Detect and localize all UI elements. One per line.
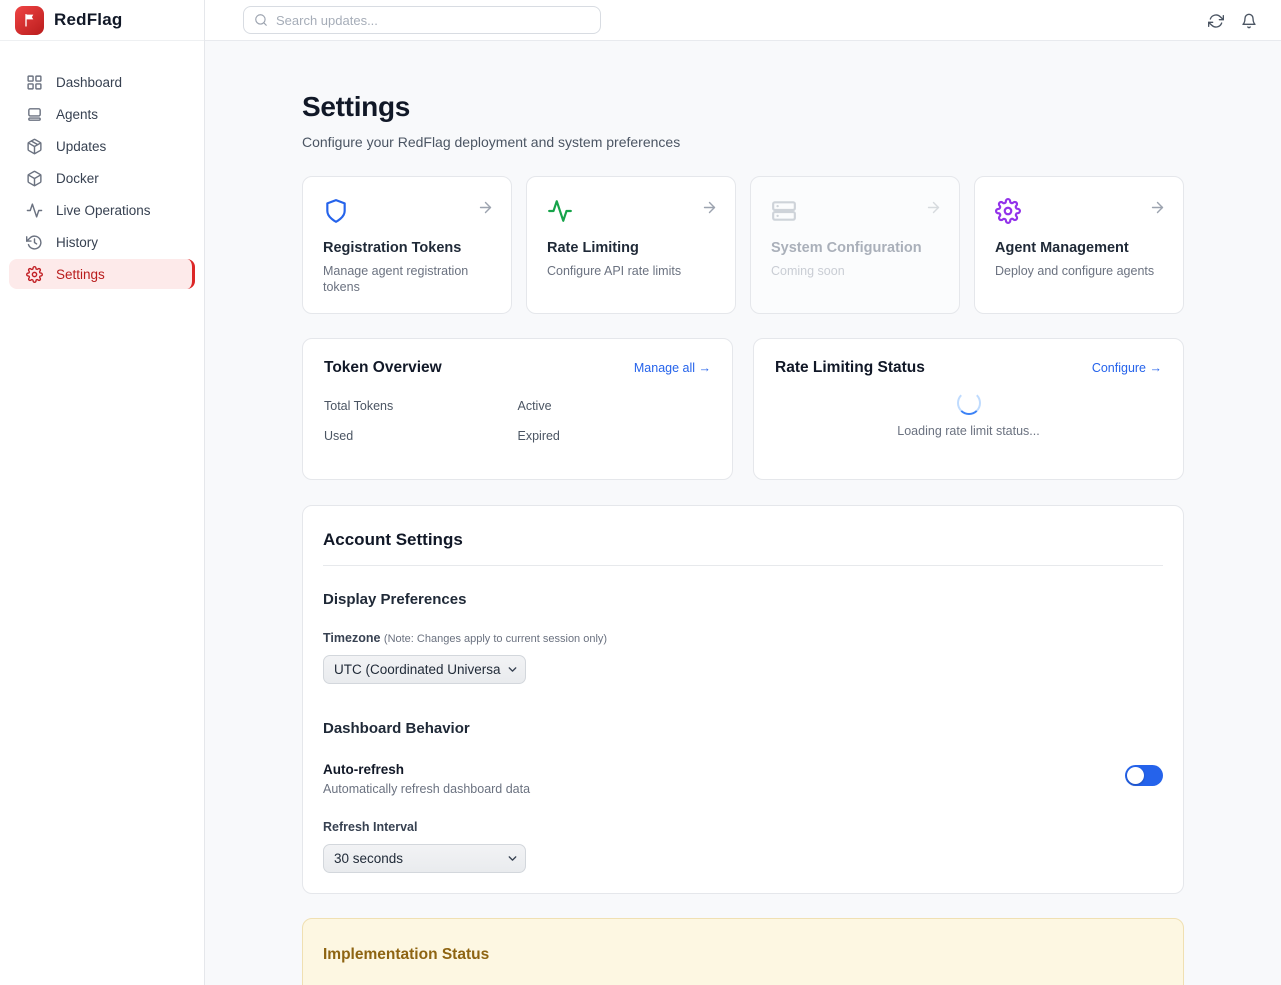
card-system-configuration: System Configuration Coming soon <box>750 176 960 314</box>
spinner-icon <box>957 391 981 415</box>
card-rate-limiting[interactable]: Rate Limiting Configure API rate limits <box>526 176 736 314</box>
shield-icon <box>323 198 349 224</box>
stat-active: Active <box>518 399 712 413</box>
redflag-logo <box>15 6 44 35</box>
sidebar-item-label: Live Operations <box>56 203 151 218</box>
refresh-interval-label: Refresh Interval <box>323 820 1163 834</box>
search-box[interactable] <box>243 6 601 34</box>
rate-limiting-status-title: Rate Limiting Status <box>775 359 925 377</box>
card-registration-tokens[interactable]: Registration Tokens Manage agent registr… <box>302 176 512 314</box>
sidebar-item-label: Agents <box>56 107 98 122</box>
dashboard-behavior-section: Dashboard Behavior Auto-refresh Automati… <box>323 720 1163 873</box>
manage-all-link[interactable]: Manage all → <box>634 361 711 375</box>
sidebar-item-label: Dashboard <box>56 75 122 90</box>
card-desc: Configure API rate limits <box>547 263 715 279</box>
auto-refresh-toggle[interactable] <box>1125 765 1163 786</box>
server-icon <box>771 198 797 224</box>
arrow-right-icon <box>1149 199 1166 216</box>
implementation-status-title: Implementation Status <box>323 946 1163 964</box>
sidebar-item-label: History <box>56 235 98 250</box>
search-input[interactable] <box>276 13 590 28</box>
activity-icon <box>547 198 573 224</box>
gear-icon <box>995 198 1021 224</box>
card-title: Registration Tokens <box>323 240 491 256</box>
card-agent-management[interactable]: Agent Management Deploy and configure ag… <box>974 176 1184 314</box>
arrow-right-icon <box>477 199 494 216</box>
overview-panels: Token Overview Manage all → Total Tokens… <box>302 338 1184 480</box>
loading-indicator: Loading rate limit status... <box>775 391 1162 438</box>
refresh-interval-select-wrap: 30 seconds <box>323 844 526 873</box>
timezone-note: (Note: Changes apply to current session … <box>384 633 607 645</box>
token-stats: Total Tokens Active Used Expired <box>324 399 711 443</box>
grid-icon <box>26 74 43 91</box>
stat-used: Used <box>324 429 518 443</box>
sidebar-item-agents[interactable]: Agents <box>9 99 195 129</box>
brand: RedFlag <box>0 0 204 41</box>
card-title: Rate Limiting <box>547 240 715 256</box>
sidebar-item-label: Updates <box>56 139 106 154</box>
activity-icon <box>26 202 43 219</box>
card-title: System Configuration <box>771 240 939 256</box>
token-overview-title: Token Overview <box>324 359 442 377</box>
sidebar-nav: Dashboard Agents Updates Docker Live Ope… <box>0 41 204 289</box>
card-desc: Coming soon <box>771 263 939 279</box>
brand-name: RedFlag <box>54 10 122 30</box>
sidebar-item-label: Settings <box>56 267 105 282</box>
sidebar-item-label: Docker <box>56 171 99 186</box>
sidebar-item-docker[interactable]: Docker <box>9 163 195 193</box>
flag-icon <box>22 12 38 28</box>
sidebar-item-updates[interactable]: Updates <box>9 131 195 161</box>
agents-icon <box>26 106 43 123</box>
account-settings-panel: Account Settings Display Preferences Tim… <box>302 505 1184 894</box>
rate-limiting-status-panel: Rate Limiting Status Configure → Loading… <box>753 338 1184 480</box>
timezone-select[interactable]: UTC (Coordinated Universal T <box>323 655 526 684</box>
arrow-right-icon <box>925 199 942 216</box>
sidebar: RedFlag Dashboard Agents Updates Docker … <box>0 0 205 985</box>
dashboard-behavior-title: Dashboard Behavior <box>323 720 1163 737</box>
box-icon <box>26 170 43 187</box>
package-icon <box>26 138 43 155</box>
topbar <box>205 0 1281 41</box>
topbar-actions <box>1208 0 1257 41</box>
timezone-select-wrap: UTC (Coordinated Universal T <box>323 655 526 684</box>
token-overview-panel: Token Overview Manage all → Total Tokens… <box>302 338 733 480</box>
loading-text: Loading rate limit status... <box>897 424 1039 438</box>
display-preferences-section: Display Preferences Timezone (Note: Chan… <box>323 591 1163 684</box>
sidebar-item-settings[interactable]: Settings <box>9 259 195 289</box>
search-icon <box>254 13 268 27</box>
history-icon <box>26 234 43 251</box>
card-title: Agent Management <box>995 240 1163 256</box>
arrow-right-icon <box>701 199 718 216</box>
configure-link[interactable]: Configure → <box>1092 361 1162 375</box>
implementation-status-panel: Implementation Status Implemented Featur… <box>302 918 1184 985</box>
toggle-knob <box>1127 767 1144 784</box>
gear-icon <box>26 266 43 283</box>
page-title: Settings <box>302 91 1184 123</box>
stat-total-tokens: Total Tokens <box>324 399 518 413</box>
auto-refresh-desc: Automatically refresh dashboard data <box>323 782 530 796</box>
refresh-icon[interactable] <box>1208 13 1224 29</box>
card-desc: Deploy and configure agents <box>995 263 1163 279</box>
page-subtitle: Configure your RedFlag deployment and sy… <box>302 134 1184 150</box>
auto-refresh-label: Auto-refresh <box>323 762 530 777</box>
sidebar-item-history[interactable]: History <box>9 227 195 257</box>
timezone-label: Timezone <box>323 631 380 645</box>
stat-expired: Expired <box>518 429 712 443</box>
settings-cards: Registration Tokens Manage agent registr… <box>302 176 1184 314</box>
sidebar-item-live-operations[interactable]: Live Operations <box>9 195 195 225</box>
sidebar-item-dashboard[interactable]: Dashboard <box>9 67 195 97</box>
card-desc: Manage agent registration tokens <box>323 263 491 296</box>
account-settings-title: Account Settings <box>323 530 1163 566</box>
bell-icon[interactable] <box>1241 13 1257 29</box>
refresh-interval-select[interactable]: 30 seconds <box>323 844 526 873</box>
display-preferences-title: Display Preferences <box>323 591 1163 608</box>
main-content: Settings Configure your RedFlag deployme… <box>205 41 1281 985</box>
